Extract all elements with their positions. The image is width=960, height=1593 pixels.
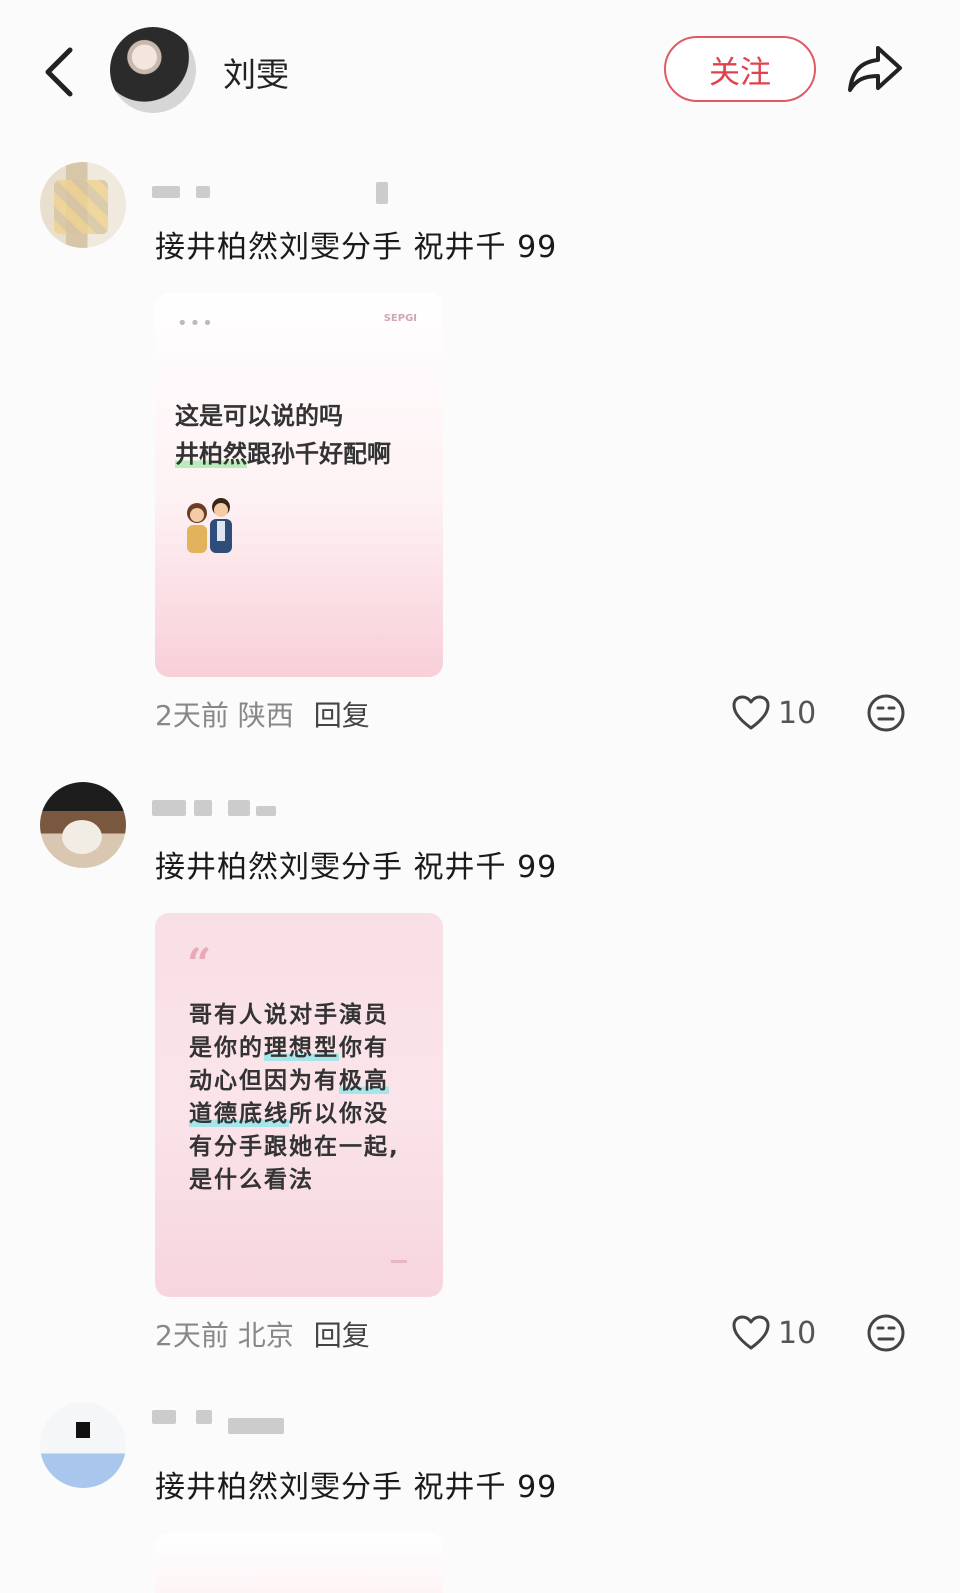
username-masked[interactable] bbox=[152, 1408, 392, 1438]
neutral-face-icon[interactable] bbox=[866, 1313, 906, 1353]
follow-button[interactable]: 关注 bbox=[664, 36, 816, 102]
username-masked[interactable] bbox=[152, 796, 392, 826]
reply-button[interactable]: 回复 bbox=[314, 1319, 370, 1352]
neutral-face-icon[interactable] bbox=[866, 693, 906, 733]
avatar[interactable] bbox=[40, 162, 126, 248]
image-text: 这是可以说的吗 井柏然跟孙千好配啊 bbox=[175, 402, 391, 468]
share-arrow-icon[interactable] bbox=[846, 40, 904, 98]
card-menu-icon: ••• bbox=[177, 313, 215, 334]
couple-illustration-icon bbox=[187, 498, 232, 553]
comment-image[interactable]: “ 哥有人说对手演员 是你的理想型你有 动心但因为有极高 道德底线所以你没 有分… bbox=[155, 913, 443, 1297]
comment-meta: 2天前 北京 回复 bbox=[155, 1319, 370, 1352]
like-count: 10 bbox=[778, 1315, 817, 1351]
avatar[interactable] bbox=[40, 1402, 126, 1488]
comment-image[interactable] bbox=[155, 1533, 443, 1593]
username-masked[interactable] bbox=[152, 178, 392, 208]
quote-mark-icon: “ bbox=[187, 939, 212, 988]
avatar[interactable] bbox=[40, 782, 126, 868]
comment-text: 接井柏然刘雯分手 祝井千 99 bbox=[155, 850, 558, 885]
page-title[interactable]: 刘雯 bbox=[223, 48, 289, 96]
top-bar: 刘雯 关注 bbox=[0, 0, 960, 140]
like-button[interactable]: 10 bbox=[732, 1315, 816, 1351]
like-button[interactable]: 10 bbox=[732, 695, 816, 731]
comment-text: 接井柏然刘雯分手 祝井千 99 bbox=[155, 230, 558, 265]
card-brand: SEPGI bbox=[383, 313, 417, 324]
divider bbox=[391, 1260, 407, 1263]
comment-image[interactable]: ••• SEPGI 这是可以说的吗 井柏然跟孙千好配啊 bbox=[155, 293, 443, 677]
image-text: 哥有人说对手演员 是你的理想型你有 动心但因为有极高 道德底线所以你没 有分手跟… bbox=[189, 1002, 400, 1193]
avatar[interactable] bbox=[110, 27, 196, 113]
chevron-left-icon[interactable] bbox=[36, 44, 80, 100]
heart-icon bbox=[732, 695, 770, 730]
comment-text: 接井柏然刘雯分手 祝井千 99 bbox=[155, 1470, 558, 1505]
comment-meta: 2天前 陕西 回复 bbox=[155, 699, 370, 732]
like-count: 10 bbox=[778, 695, 817, 731]
heart-icon bbox=[732, 1315, 770, 1350]
reply-button[interactable]: 回复 bbox=[314, 699, 370, 732]
